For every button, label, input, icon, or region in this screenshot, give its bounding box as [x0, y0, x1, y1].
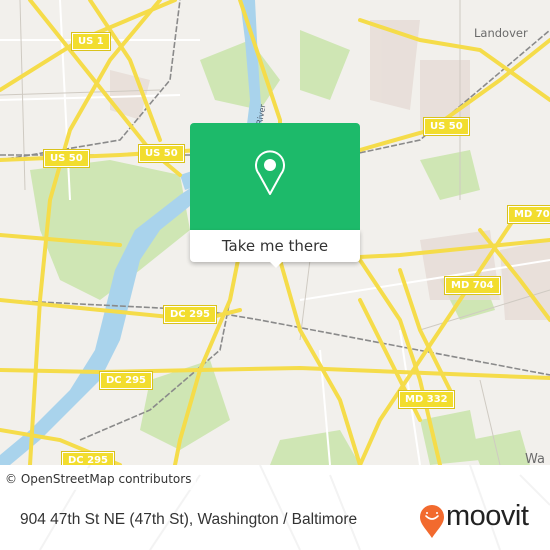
moovit-brand-name: moovit — [446, 500, 529, 532]
moovit-logo-icon — [420, 505, 444, 538]
map-pin-icon — [255, 150, 285, 195]
route-shield-md332: MD 332 — [398, 390, 455, 409]
route-shield-dc295: DC 295 — [99, 371, 153, 390]
route-shield-us1: US 1 — [71, 32, 111, 51]
address-label: 904 47th St NE (47th St), Washington / B… — [20, 511, 358, 528]
place-label-washington: Wa — [525, 452, 545, 465]
place-label-landover: Landover — [474, 26, 528, 40]
popup-pointer — [269, 261, 283, 268]
route-shield-us50: US 50 — [423, 117, 470, 136]
route-shield-md704: MD 704 — [444, 276, 501, 295]
route-shield-md704: MD 704 — [507, 205, 550, 224]
route-shield-dc295: DC 295 — [61, 451, 115, 465]
route-shield-dc295: DC 295 — [163, 305, 217, 324]
route-shield-us50: US 50 — [43, 149, 90, 168]
map-attribution[interactable]: © OpenStreetMap contributors — [0, 468, 197, 490]
route-shield-us50: US 50 — [138, 144, 185, 163]
take-me-there-button[interactable]: Take me there — [190, 230, 360, 262]
